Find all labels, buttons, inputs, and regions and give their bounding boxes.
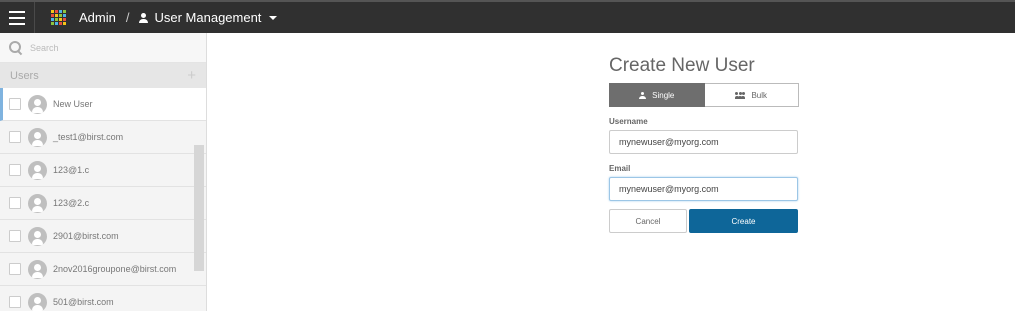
avatar bbox=[28, 226, 47, 246]
list-item-label: 2901@birst.com bbox=[53, 231, 119, 241]
search-bar bbox=[0, 33, 206, 63]
breadcrumb-separator: / bbox=[125, 10, 130, 25]
list-item[interactable]: 123@1.c bbox=[0, 154, 206, 187]
single-label: Single bbox=[652, 90, 675, 100]
mode-toggle: Single Bulk bbox=[609, 83, 799, 107]
users-section-header: Users + bbox=[0, 63, 206, 88]
row-checkbox[interactable] bbox=[9, 98, 21, 110]
form-buttons: Cancel Create bbox=[609, 209, 799, 233]
user-management-dropdown[interactable]: User Management bbox=[139, 10, 278, 25]
user-icon bbox=[139, 12, 149, 23]
list-item-label: New User bbox=[53, 99, 93, 109]
avatar bbox=[28, 193, 47, 213]
email-label: Email bbox=[609, 164, 631, 173]
row-checkbox[interactable] bbox=[9, 263, 21, 275]
avatar bbox=[28, 94, 47, 114]
add-user-icon[interactable]: + bbox=[187, 67, 196, 84]
search-icon bbox=[9, 41, 22, 54]
top-bar: Admin / User Management bbox=[0, 0, 1015, 33]
list-item[interactable]: 2901@birst.com bbox=[0, 220, 206, 253]
list-item[interactable]: 123@2.c bbox=[0, 187, 206, 220]
row-checkbox[interactable] bbox=[9, 197, 21, 209]
avatar bbox=[28, 259, 47, 279]
list-item-label: 123@2.c bbox=[53, 198, 90, 208]
row-checkbox[interactable] bbox=[9, 164, 21, 176]
user-icon bbox=[639, 91, 647, 99]
sidebar: Users + New User _test1@birst.com 123@1.… bbox=[0, 33, 207, 311]
create-user-form: Create New User Single Bulk Username Ema… bbox=[609, 33, 799, 233]
users-header-label: Users bbox=[10, 69, 39, 82]
list-scrollbar[interactable] bbox=[194, 145, 204, 271]
bulk-label: Bulk bbox=[751, 90, 768, 100]
bulk-toggle-button[interactable]: Bulk bbox=[704, 83, 799, 107]
page-title: Create New User bbox=[609, 55, 755, 76]
single-toggle-button[interactable]: Single bbox=[609, 83, 705, 107]
list-item-label: 123@1.c bbox=[53, 165, 90, 175]
avatar bbox=[28, 292, 47, 311]
menu-icon[interactable] bbox=[0, 2, 35, 33]
list-item-label: 2nov2016groupone@birst.com bbox=[53, 264, 177, 274]
row-checkbox[interactable] bbox=[9, 230, 21, 242]
breadcrumb-user-management: User Management bbox=[154, 10, 262, 25]
list-item[interactable]: New User bbox=[0, 88, 206, 121]
email-field[interactable] bbox=[609, 177, 798, 201]
list-item-label: _test1@birst.com bbox=[53, 132, 124, 142]
avatar bbox=[28, 127, 47, 147]
avatar bbox=[28, 160, 47, 180]
app-logo-icon bbox=[51, 9, 67, 26]
list-item[interactable]: 2nov2016groupone@birst.com bbox=[0, 253, 206, 286]
row-checkbox[interactable] bbox=[9, 296, 21, 308]
users-group-icon bbox=[735, 91, 746, 99]
list-item[interactable]: _test1@birst.com bbox=[0, 121, 206, 154]
create-button[interactable]: Create bbox=[689, 209, 798, 233]
cancel-button[interactable]: Cancel bbox=[609, 209, 687, 233]
username-field[interactable] bbox=[609, 130, 798, 154]
breadcrumb-admin[interactable]: Admin bbox=[79, 10, 116, 25]
list-item[interactable]: 501@birst.com bbox=[0, 286, 206, 311]
search-input[interactable] bbox=[30, 42, 180, 53]
user-list: New User _test1@birst.com 123@1.c 123@2.… bbox=[0, 88, 206, 311]
row-checkbox[interactable] bbox=[9, 131, 21, 143]
caret-down-icon bbox=[269, 15, 278, 20]
list-item-label: 501@birst.com bbox=[53, 297, 114, 307]
username-label: Username bbox=[609, 117, 648, 126]
